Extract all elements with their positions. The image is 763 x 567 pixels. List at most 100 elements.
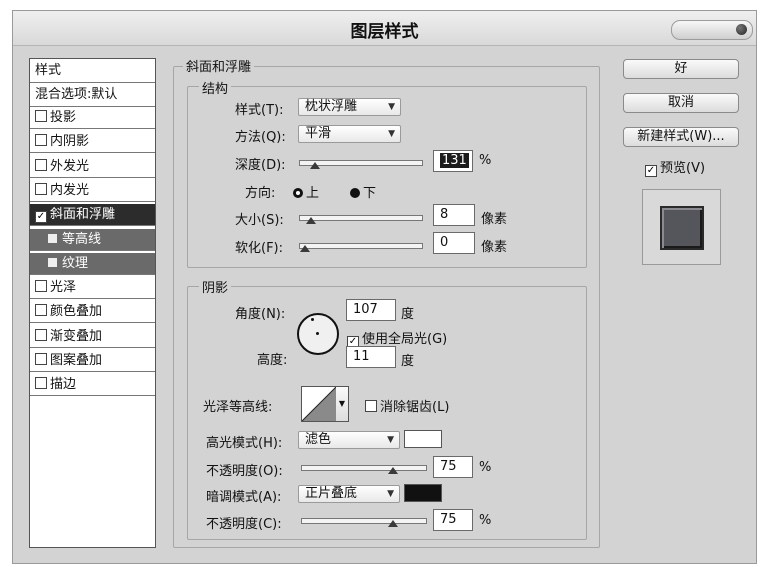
highlight-opacity-input[interactable]: 75 (433, 456, 473, 478)
dial-center-icon (316, 332, 319, 335)
size-slider-thumb[interactable] (305, 217, 316, 224)
checkbox-checked-icon[interactable]: ✓ (645, 165, 657, 177)
close-dot-icon[interactable] (736, 24, 747, 35)
size-label: 大小(S): (235, 213, 284, 228)
direction-down-radio[interactable]: 下 (350, 182, 376, 201)
style-item-label: 内阴影 (50, 134, 90, 150)
soften-slider[interactable] (299, 239, 423, 252)
dial-pointer-icon (311, 318, 314, 321)
checkbox-unchecked-icon[interactable] (35, 110, 47, 122)
chevron-down-icon: ▼ (387, 489, 394, 499)
technique-value: 平滑 (305, 126, 332, 141)
preview-label: 预览(V) (660, 161, 706, 176)
shadow-color-swatch[interactable] (404, 484, 442, 502)
style-select[interactable]: 枕状浮雕 ▼ (298, 98, 401, 116)
shadow-opacity-input[interactable]: 75 (433, 509, 473, 531)
technique-select[interactable]: 平滑 ▼ (298, 125, 401, 143)
soften-input[interactable]: 0 (433, 232, 475, 254)
shadow-mode-label: 暗调模式(A): (206, 490, 282, 505)
bevel-emboss-title: 斜面和浮雕 (183, 56, 255, 75)
style-item-8[interactable]: 颜色叠加 (30, 301, 155, 324)
style-item-label: 等高线 (62, 231, 102, 247)
style-item-3[interactable]: 内发光 (30, 180, 155, 202)
highlight-opacity-slider-thumb[interactable] (387, 467, 398, 474)
style-item-1[interactable]: 内阴影 (30, 131, 155, 154)
square-icon[interactable] (48, 233, 57, 243)
checkbox-unchecked-icon[interactable] (35, 328, 47, 341)
size-unit: 像素 (481, 212, 508, 227)
angle-dial[interactable] (297, 313, 339, 355)
direction-up-radio[interactable]: 上 (293, 182, 319, 201)
highlight-mode-label: 高光模式(H): (206, 436, 283, 451)
altitude-input[interactable]: 11 (346, 346, 396, 368)
checkbox-unchecked-icon[interactable] (35, 182, 47, 195)
style-item-label: 描边 (50, 377, 77, 393)
checkbox-unchecked-icon[interactable] (35, 377, 47, 390)
blend-options-item[interactable]: 混合选项:默认 (30, 83, 155, 107)
dialog-title: 图层样式 (350, 22, 419, 42)
structure-title: 结构 (199, 78, 232, 97)
direction-down-label: 下 (363, 186, 377, 201)
window-control[interactable] (671, 20, 753, 40)
checkbox-checked-icon[interactable]: ✓ (35, 211, 47, 224)
soften-slider-thumb[interactable] (300, 245, 310, 252)
radio-on-icon[interactable] (293, 188, 303, 198)
square-icon[interactable] (48, 257, 57, 267)
checkbox-unchecked-icon[interactable] (365, 400, 377, 412)
style-item-label: 颜色叠加 (50, 304, 103, 320)
highlight-mode-select[interactable]: 滤色 ▼ (298, 431, 400, 449)
style-item-label: 内发光 (50, 182, 90, 198)
style-item-6[interactable]: 纹理 (30, 252, 155, 275)
highlight-opacity-slider[interactable] (301, 461, 427, 474)
styles-header[interactable]: 样式 (30, 59, 155, 83)
contour-dropdown-arrow-icon[interactable]: ▼ (336, 386, 349, 422)
radio-off-icon[interactable] (350, 188, 360, 198)
style-item-9[interactable]: 渐变叠加 (30, 326, 155, 348)
style-item-5[interactable]: 等高线 (30, 228, 155, 251)
highlight-mode-value: 滤色 (305, 432, 332, 447)
highlight-color-swatch[interactable] (404, 430, 442, 448)
chevron-down-icon: ▼ (387, 435, 394, 445)
chevron-down-icon: ▼ (388, 129, 395, 139)
style-item-label: 投影 (50, 110, 77, 125)
style-item-label: 外发光 (50, 158, 90, 174)
angle-input[interactable]: 107 (346, 299, 396, 321)
shading-title: 阴影 (199, 277, 232, 296)
style-item-10[interactable]: 图案叠加 (30, 350, 155, 372)
size-slider[interactable] (299, 211, 423, 224)
style-item-label: 渐变叠加 (50, 328, 103, 344)
global-light-checkbox[interactable]: ✓ 使用全局光(G) (347, 328, 447, 348)
shadow-opacity-slider[interactable] (301, 514, 427, 527)
shadow-opacity-slider-thumb[interactable] (387, 520, 398, 527)
preview-swatch (660, 206, 704, 250)
size-input[interactable]: 8 (433, 204, 475, 226)
gloss-contour-label: 光泽等高线: (203, 400, 273, 415)
checkbox-unchecked-icon[interactable] (35, 353, 47, 365)
direction-up-label: 上 (306, 186, 320, 201)
style-item-0[interactable]: 投影 (30, 107, 155, 129)
cancel-button[interactable]: 取消 (623, 93, 739, 113)
new-style-button[interactable]: 新建样式(W)... (623, 127, 739, 147)
checkbox-unchecked-icon[interactable] (35, 158, 47, 171)
gloss-contour-picker[interactable] (301, 386, 337, 422)
ok-button[interactable]: 好 (623, 59, 739, 79)
soften-label: 软化(F): (235, 241, 284, 256)
shadow-mode-select[interactable]: 正片叠底 ▼ (298, 485, 400, 503)
style-item-2[interactable]: 外发光 (30, 156, 155, 178)
style-item-4[interactable]: ✓ 斜面和浮雕 (30, 204, 155, 227)
depth-input[interactable]: 131 (433, 150, 473, 172)
antialias-checkbox[interactable]: 消除锯齿(L) (365, 396, 449, 415)
style-item-11[interactable]: 描边 (30, 374, 155, 397)
checkbox-unchecked-icon[interactable] (35, 280, 47, 293)
preview-checkbox[interactable]: ✓ 预览(V) (645, 157, 705, 177)
checkbox-unchecked-icon[interactable] (35, 134, 47, 147)
depth-slider[interactable] (299, 156, 423, 169)
style-item-7[interactable]: 光泽 (30, 277, 155, 300)
style-item-label: 光泽 (50, 280, 77, 296)
direction-label: 方向: (245, 186, 276, 201)
highlight-opacity-unit: % (479, 460, 492, 475)
technique-label: 方法(Q): (235, 130, 286, 145)
shadow-opacity-unit: % (479, 513, 492, 528)
checkbox-unchecked-icon[interactable] (35, 304, 47, 317)
depth-slider-thumb[interactable] (310, 162, 321, 169)
